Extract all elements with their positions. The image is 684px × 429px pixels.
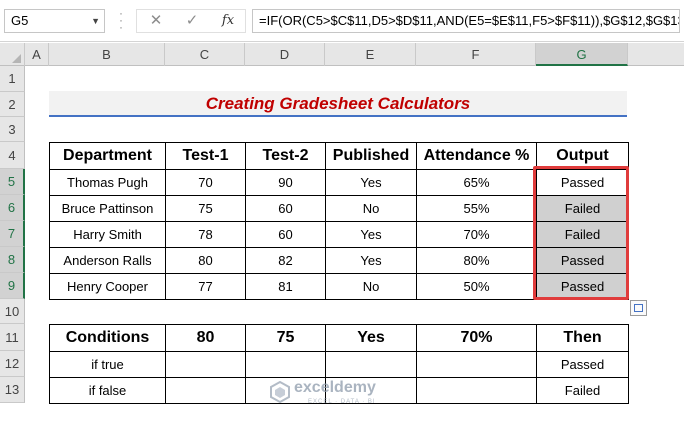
column-header-f[interactable]: F xyxy=(416,43,536,66)
sheet-title: Creating Gradesheet Calculators xyxy=(49,91,627,117)
main-table-header-5[interactable]: Output xyxy=(536,142,629,170)
table-cell[interactable]: Yes xyxy=(325,169,417,196)
table-cell[interactable]: 78 xyxy=(165,221,246,248)
row-header-9[interactable]: 9 xyxy=(0,273,25,299)
formula-input[interactable]: =IF(OR(C5>$C$11,D5>$D$11,AND(E5=$E$11,F5… xyxy=(252,9,680,33)
row-header-10[interactable]: 10 xyxy=(0,299,25,324)
insert-function-icon[interactable]: fx xyxy=(215,10,241,32)
table-cell[interactable] xyxy=(165,377,246,404)
main-table-header-0[interactable]: Department xyxy=(49,142,166,170)
exceldemy-logo-icon xyxy=(270,381,290,403)
row-header-3[interactable]: 3 xyxy=(0,117,25,142)
table-cell[interactable]: 77 xyxy=(165,273,246,300)
row-header-13[interactable]: 13 xyxy=(0,377,25,403)
table-cell[interactable] xyxy=(325,351,417,378)
conditions-table-header-5[interactable]: Then xyxy=(536,324,629,352)
table-cell[interactable]: No xyxy=(325,273,417,300)
table-cell[interactable]: 70% xyxy=(416,221,537,248)
name-box-value: G5 xyxy=(11,13,29,28)
table-cell[interactable]: Passed xyxy=(536,351,629,378)
table-cell[interactable]: 65% xyxy=(416,169,537,196)
table-row: Bruce Pattinson 75 60 No 55% Failed xyxy=(49,195,629,222)
row-header-4[interactable]: 4 xyxy=(0,142,25,169)
select-all-icon xyxy=(12,54,21,63)
column-header-b[interactable]: B xyxy=(49,43,165,66)
row-header-5[interactable]: 5 xyxy=(0,169,25,195)
table-cell[interactable]: 81 xyxy=(245,273,326,300)
table-cell[interactable]: Bruce Pattinson xyxy=(49,195,166,222)
row-header-7[interactable]: 7 xyxy=(0,221,25,247)
drag-handle-icon[interactable]: · · · xyxy=(117,7,125,33)
conditions-table-header-2[interactable]: 75 xyxy=(245,324,326,352)
row-header-1[interactable]: 1 xyxy=(0,66,25,92)
enter-icon[interactable]: ✓ xyxy=(179,10,205,32)
table-cell[interactable]: 70 xyxy=(165,169,246,196)
main-table: Department Test-1 Test-2 Published Attendanc… xyxy=(49,142,629,300)
column-header-c[interactable]: C xyxy=(165,43,245,66)
quick-analysis-icon xyxy=(634,304,643,312)
watermark-name: exceldemy xyxy=(294,379,376,396)
row-header-11[interactable]: 11 xyxy=(0,324,25,351)
select-all-button[interactable] xyxy=(0,43,25,66)
table-row: Anderson Ralls 80 82 Yes 80% Passed xyxy=(49,247,629,274)
table-cell[interactable]: Failed xyxy=(536,221,629,248)
formula-buttons: ✕ ✓ fx xyxy=(136,9,246,33)
table-cell[interactable]: Anderson Ralls xyxy=(49,247,166,274)
table-cell[interactable]: 60 xyxy=(245,195,326,222)
watermark-tagline: EXCEL · DATA · BI xyxy=(308,399,376,405)
row-header-2[interactable]: 2 xyxy=(0,92,25,117)
conditions-table-header-0[interactable]: Conditions xyxy=(49,324,166,352)
main-table-header-3[interactable]: Published xyxy=(325,142,417,170)
formula-bar: G5 ▼ · · · ✕ ✓ fx =IF(OR(C5>$C$11,D5>$D$11… xyxy=(0,0,684,42)
table-cell[interactable]: 50% xyxy=(416,273,537,300)
table-cell[interactable]: Harry Smith xyxy=(49,221,166,248)
table-cell[interactable]: Failed xyxy=(536,195,629,222)
table-cell[interactable] xyxy=(416,377,537,404)
table-cell[interactable]: Passed xyxy=(536,273,629,300)
column-header-d[interactable]: D xyxy=(245,43,325,66)
table-cell[interactable]: 75 xyxy=(165,195,246,222)
conditions-table-header-1[interactable]: 80 xyxy=(165,324,246,352)
table-cell[interactable]: Yes xyxy=(325,221,417,248)
main-table-header-1[interactable]: Test-1 xyxy=(165,142,246,170)
table-cell[interactable]: 55% xyxy=(416,195,537,222)
chevron-down-icon[interactable]: ▼ xyxy=(91,10,100,32)
row-header-8[interactable]: 8 xyxy=(0,247,25,273)
column-header-bar: ABCDEFG xyxy=(0,43,684,66)
table-row: if true Passed xyxy=(49,351,629,378)
main-table-header-2[interactable]: Test-2 xyxy=(245,142,326,170)
table-cell[interactable]: No xyxy=(325,195,417,222)
table-cell[interactable] xyxy=(165,351,246,378)
name-box[interactable]: G5 ▼ xyxy=(4,9,105,33)
table-cell[interactable]: Thomas Pugh xyxy=(49,169,166,196)
row-header-6[interactable]: 6 xyxy=(0,195,25,221)
table-row: Henry Cooper 77 81 No 50% Passed xyxy=(49,273,629,300)
table-cell[interactable]: 90 xyxy=(245,169,326,196)
table-row: Harry Smith 78 60 Yes 70% Failed xyxy=(49,221,629,248)
conditions-table-header-4[interactable]: 70% xyxy=(416,324,537,352)
cancel-icon[interactable]: ✕ xyxy=(143,10,169,32)
table-cell[interactable]: if true xyxy=(49,351,166,378)
table-cell[interactable]: Yes xyxy=(325,247,417,274)
table-cell[interactable]: 80 xyxy=(165,247,246,274)
table-cell[interactable]: Passed xyxy=(536,247,629,274)
row-header-12[interactable]: 12 xyxy=(0,351,25,377)
table-cell[interactable]: 80% xyxy=(416,247,537,274)
exceldemy-watermark: exceldemy EXCEL · DATA · BI xyxy=(270,378,410,412)
column-header-g[interactable]: G xyxy=(536,43,628,66)
table-cell[interactable]: Passed xyxy=(536,169,629,196)
table-cell[interactable]: 60 xyxy=(245,221,326,248)
column-header-a[interactable]: A xyxy=(25,43,49,66)
table-cell[interactable] xyxy=(245,351,326,378)
table-cell[interactable]: Failed xyxy=(536,377,629,404)
table-cell[interactable]: 82 xyxy=(245,247,326,274)
table-cell[interactable]: if false xyxy=(49,377,166,404)
quick-analysis-button[interactable] xyxy=(630,300,647,316)
table-row: Thomas Pugh 70 90 Yes 65% Passed xyxy=(49,169,629,196)
main-table-header-4[interactable]: Attendance % xyxy=(416,142,537,170)
column-header-e[interactable]: E xyxy=(325,43,416,66)
table-cell[interactable]: Henry Cooper xyxy=(49,273,166,300)
table-cell[interactable] xyxy=(416,351,537,378)
conditions-table-header-3[interactable]: Yes xyxy=(325,324,417,352)
